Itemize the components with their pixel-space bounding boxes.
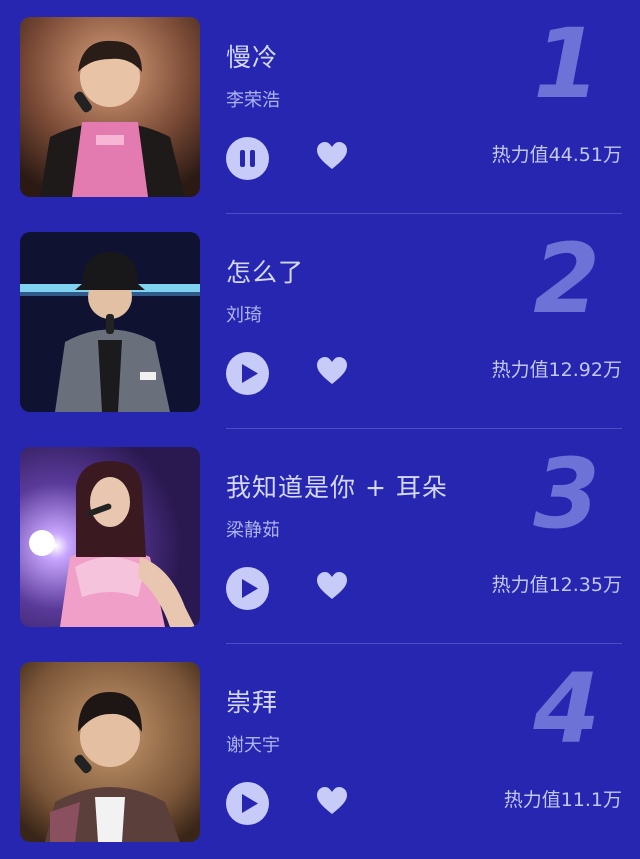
like-button[interactable] <box>316 356 348 386</box>
song-artist[interactable]: 刘琦 <box>226 301 262 327</box>
album-art[interactable] <box>20 447 200 627</box>
heart-icon <box>317 572 347 599</box>
heart-icon <box>317 142 347 169</box>
song-row-3[interactable]: 我知道是你 + 耳朵 梁静茹 3 热力值12.35万 <box>0 430 640 644</box>
play-button[interactable] <box>226 782 269 825</box>
rank-number: 3 <box>533 438 600 550</box>
song-title: 我知道是你 + 耳朵 <box>226 473 448 502</box>
pause-icon <box>240 150 255 167</box>
like-button[interactable] <box>316 571 348 601</box>
song-artist[interactable]: 谢天宇 <box>226 731 280 757</box>
song-artist[interactable]: 梁静茹 <box>226 516 280 542</box>
rank-number: 4 <box>533 653 600 765</box>
song-artist[interactable]: 李荣浩 <box>226 86 280 112</box>
heat-value: 热力值11.1万 <box>503 789 622 811</box>
song-title: 崇拜 <box>226 688 279 717</box>
album-art[interactable] <box>20 17 200 197</box>
divider <box>226 213 622 214</box>
song-row-2[interactable]: 怎么了 刘琦 2 热力值12.92万 <box>0 215 640 429</box>
heat-value: 热力值12.92万 <box>491 359 622 381</box>
album-art[interactable] <box>20 662 200 842</box>
play-icon <box>242 579 258 598</box>
play-button[interactable] <box>226 352 269 395</box>
divider <box>226 643 622 644</box>
album-art[interactable] <box>20 232 200 412</box>
heat-value: 热力值12.35万 <box>491 574 622 596</box>
rank-number: 1 <box>533 8 600 120</box>
play-icon <box>242 794 258 813</box>
song-title: 怎么了 <box>226 258 305 287</box>
play-button[interactable] <box>226 567 269 610</box>
heart-icon <box>317 357 347 384</box>
divider <box>226 428 622 429</box>
song-title: 慢冷 <box>226 43 279 72</box>
like-button[interactable] <box>316 141 348 171</box>
song-row-4[interactable]: 崇拜 谢天宇 4 热力值11.1万 <box>0 645 640 859</box>
song-row-1[interactable]: 慢冷 李荣浩 1 热力值44.51万 <box>0 0 640 214</box>
heart-icon <box>317 787 347 814</box>
heat-value: 热力值44.51万 <box>491 144 622 166</box>
pause-button[interactable] <box>226 137 269 180</box>
rank-number: 2 <box>533 223 600 335</box>
play-icon <box>242 364 258 383</box>
like-button[interactable] <box>316 786 348 816</box>
